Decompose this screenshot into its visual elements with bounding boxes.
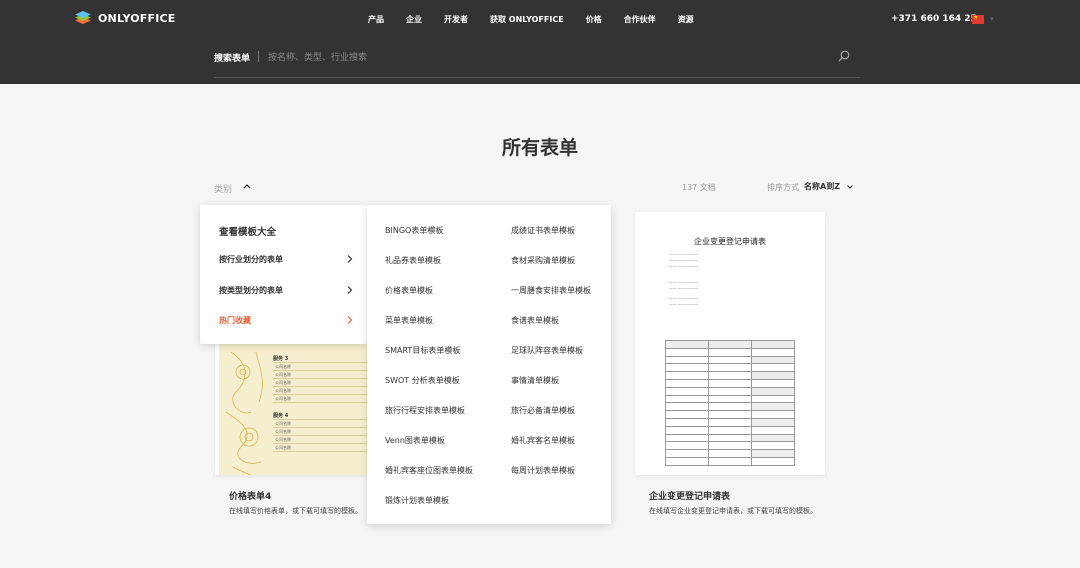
nav-developers[interactable]: 开发者 bbox=[436, 14, 476, 26]
search-bar: 搜索表单 bbox=[214, 48, 860, 78]
nav-enterprise[interactable]: 企业 bbox=[398, 14, 430, 26]
category-label: 按类型划分的表单 bbox=[219, 286, 283, 295]
search-separator bbox=[258, 51, 259, 62]
template-link[interactable]: 旅行行程安排表单模板 bbox=[385, 405, 465, 416]
chevron-down-icon[interactable] bbox=[846, 183, 854, 191]
search-input[interactable] bbox=[268, 48, 828, 66]
template-link[interactable]: 食谱表单模板 bbox=[511, 315, 559, 326]
template-link[interactable]: SMART目标表单模板 bbox=[385, 345, 460, 356]
chevron-right-icon bbox=[347, 286, 353, 294]
template-link[interactable]: 每周计划表单模板 bbox=[511, 465, 575, 476]
floral-decoration-icon bbox=[225, 351, 263, 475]
form-card-title[interactable]: 企业变更登记申请表 bbox=[649, 489, 730, 502]
document-count: 137 文档 bbox=[682, 183, 716, 192]
category-label: 按行业划分的表单 bbox=[219, 255, 283, 264]
onlyoffice-logo[interactable]: ONLYOFFICE bbox=[74, 10, 176, 26]
page-title: 所有表单 bbox=[501, 137, 578, 159]
template-link[interactable]: 成绩证书表单模板 bbox=[511, 225, 575, 236]
service-4-heading: 服务 4 bbox=[273, 413, 289, 419]
language-flag-icon[interactable]: ★ bbox=[972, 14, 984, 24]
template-link[interactable]: 价格表单模板 bbox=[385, 285, 433, 296]
doc-preview-table bbox=[665, 340, 795, 466]
nav-get-onlyoffice[interactable]: 获取 ONLYOFFICE bbox=[482, 14, 572, 26]
doc-preview-title: 企业变更登记申请表 bbox=[694, 237, 766, 246]
template-link[interactable]: Venn图表单模板 bbox=[385, 435, 445, 446]
nav-pricing[interactable]: 价格 bbox=[578, 14, 610, 26]
form-card-thumbnail[interactable]: 企业变更登记申请表 —— —————— —— —————— —— —————— … bbox=[635, 212, 825, 475]
template-link[interactable]: 礼品券表单模板 bbox=[385, 255, 441, 266]
template-link[interactable]: 事情清单模板 bbox=[511, 375, 559, 386]
form-card-description: 在线填写企业变更登记申请表，或下载可填写的模板。 bbox=[649, 507, 817, 515]
phone-number[interactable]: +371 660 164 25 bbox=[891, 14, 977, 24]
template-link[interactable]: 婚礼宾客座位图表单模板 bbox=[385, 465, 473, 476]
logo-icon bbox=[75, 11, 91, 24]
main-nav: 产品 企业 开发者 获取 ONLYOFFICE 价格 合作伙伴 资源 bbox=[360, 14, 702, 26]
sort-dropdown[interactable]: 名称A到Z bbox=[804, 181, 840, 192]
service-3-heading: 服务 3 bbox=[273, 356, 289, 362]
category-label: 热门收藏 bbox=[219, 316, 251, 325]
template-link[interactable]: 菜单表单模板 bbox=[385, 315, 433, 326]
business-change-form-preview: 企业变更登记申请表 —— —————— —— —————— —— —————— … bbox=[655, 232, 805, 466]
search-icon[interactable] bbox=[838, 50, 850, 62]
form-card-title[interactable]: 价格表单4 bbox=[229, 489, 271, 502]
template-link[interactable]: 食材采购清单模板 bbox=[511, 255, 575, 266]
chevron-right-icon bbox=[347, 316, 353, 324]
top-navigation-bar: ONLYOFFICE 产品 企业 开发者 获取 ONLYOFFICE 价格 合作… bbox=[0, 0, 1080, 84]
category-filter-label[interactable]: 类别 bbox=[214, 182, 232, 195]
template-link[interactable]: SWOT 分析表单模板 bbox=[385, 375, 460, 386]
template-link[interactable]: 锻炼计划表单模板 bbox=[385, 495, 449, 506]
template-link[interactable]: 婚礼宾客名单模板 bbox=[511, 435, 575, 446]
sort-label: 排序方式 bbox=[767, 183, 799, 192]
chevron-up-icon[interactable] bbox=[242, 181, 252, 191]
search-label: 搜索表单 bbox=[214, 54, 251, 64]
logo-text: ONLYOFFICE bbox=[98, 11, 176, 25]
form-card-description: 在线填写价格表单，或下载可填写的模板。 bbox=[229, 507, 362, 515]
nav-partners[interactable]: 合作伙伴 bbox=[616, 14, 664, 26]
nav-resources[interactable]: 资源 bbox=[670, 14, 702, 26]
nav-products[interactable]: 产品 bbox=[360, 14, 392, 26]
template-link[interactable]: 一周膳食安排表单模板 bbox=[511, 285, 591, 296]
chevron-right-icon bbox=[347, 255, 353, 263]
category-by-type[interactable]: 按类型划分的表单 bbox=[219, 285, 353, 296]
view-all-templates-link[interactable]: 查看模板大全 bbox=[219, 224, 276, 238]
language-caret-icon[interactable]: ▾ bbox=[990, 15, 994, 23]
category-by-industry[interactable]: 按行业划分的表单 bbox=[219, 254, 353, 265]
category-dropdown-panel: 查看模板大全 按行业划分的表单 按类型划分的表单 热门收藏 bbox=[200, 205, 367, 344]
category-popular[interactable]: 热门收藏 bbox=[219, 315, 353, 326]
template-list-panel: BINGO表单模板 礼品券表单模板 价格表单模板 菜单表单模板 SMART目标表… bbox=[367, 205, 611, 524]
template-link[interactable]: 旅行必备清单模板 bbox=[511, 405, 575, 416]
template-link[interactable]: BINGO表单模板 bbox=[385, 225, 443, 236]
template-link[interactable]: 足球队阵容表单模板 bbox=[511, 345, 583, 356]
